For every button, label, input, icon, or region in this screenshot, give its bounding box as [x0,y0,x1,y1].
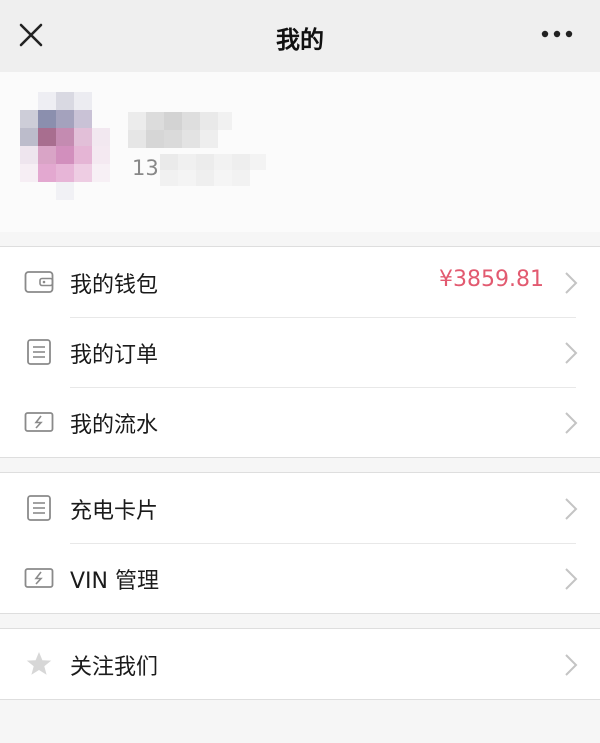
chevron-right-icon [565,342,578,364]
menu-item-wallet[interactable]: 我的钱包 ¥3859.81 [0,247,600,317]
menu-item-label: 关注我们 [70,655,159,680]
phone-number: 13 [132,156,159,180]
menu-item-label: 充电卡片 [70,499,159,524]
avatar[interactable] [20,92,110,200]
profile-header[interactable]: 13 [0,72,600,232]
document-icon [27,339,51,365]
menu-item-label: VIN 管理 [70,569,159,594]
menu-item-label: 我的钱包 [70,273,159,298]
menu-group-account: 我的钱包 ¥3859.81 我的订单 我的流水 [0,246,600,458]
top-bar: 我的 [0,0,600,72]
phone-blur [160,154,266,186]
more-icon[interactable] [540,24,574,44]
money-icon [24,568,54,588]
menu-item-transactions[interactable]: 我的流水 [0,387,600,457]
chevron-right-icon [565,498,578,520]
chevron-right-icon [565,654,578,676]
menu-item-label: 我的订单 [70,343,159,368]
wallet-icon [24,271,54,293]
page-title: 我的 [276,26,324,54]
money-icon [24,412,54,432]
menu-group-follow: 关注我们 [0,628,600,700]
chevron-right-icon [565,272,578,294]
star-icon [26,652,52,675]
menu-item-vin-management[interactable]: VIN 管理 [0,543,600,613]
wallet-balance: ¥3859.81 [439,267,544,292]
menu-item-label: 我的流水 [70,413,159,438]
name-blur [128,112,232,148]
document-icon [27,495,51,521]
chevron-right-icon [565,568,578,590]
menu-item-follow-us[interactable]: 关注我们 [0,629,600,699]
menu-item-orders[interactable]: 我的订单 [0,317,600,387]
menu-item-charging-card[interactable]: 充电卡片 [0,473,600,543]
menu-group-cards: 充电卡片 VIN 管理 [0,472,600,614]
chevron-right-icon [565,412,578,434]
